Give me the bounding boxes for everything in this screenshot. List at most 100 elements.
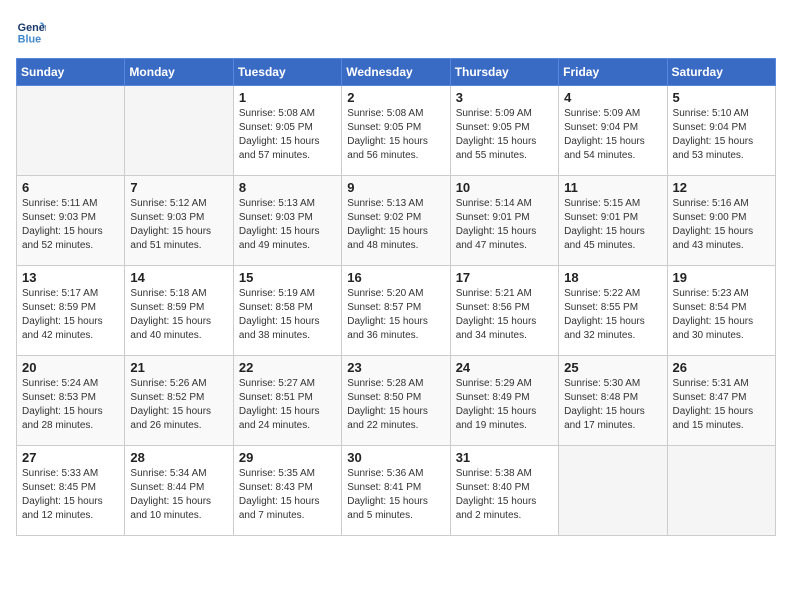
day-info: Sunrise: 5:14 AM Sunset: 9:01 PM Dayligh… <box>456 197 553 253</box>
calendar-cell: 22 Sunrise: 5:27 AM Sunset: 8:51 PM Dayli… <box>233 356 341 446</box>
calendar-cell: 9 Sunrise: 5:13 AM Sunset: 9:02 PM Daylig… <box>342 176 450 266</box>
calendar-cell: 10 Sunrise: 5:14 AM Sunset: 9:01 PM Dayli… <box>450 176 558 266</box>
calendar-cell: 29 Sunrise: 5:35 AM Sunset: 8:43 PM Dayli… <box>233 446 341 536</box>
day-info: Sunrise: 5:28 AM Sunset: 8:50 PM Dayligh… <box>347 377 444 433</box>
calendar-cell: 17 Sunrise: 5:21 AM Sunset: 8:56 PM Dayli… <box>450 266 558 356</box>
day-info: Sunrise: 5:35 AM Sunset: 8:43 PM Dayligh… <box>239 467 336 523</box>
calendar-week-row: 1 Sunrise: 5:08 AM Sunset: 9:05 PM Daylig… <box>17 86 776 176</box>
day-number: 28 <box>130 450 227 465</box>
day-info: Sunrise: 5:34 AM Sunset: 8:44 PM Dayligh… <box>130 467 227 523</box>
calendar-cell: 23 Sunrise: 5:28 AM Sunset: 8:50 PM Dayli… <box>342 356 450 446</box>
day-number: 24 <box>456 360 553 375</box>
day-info: Sunrise: 5:15 AM Sunset: 9:01 PM Dayligh… <box>564 197 661 253</box>
calendar-cell: 5 Sunrise: 5:10 AM Sunset: 9:04 PM Daylig… <box>667 86 775 176</box>
calendar-cell: 2Sunrise: 5:08 AM Sunset: 9:05 PM Daylig… <box>342 86 450 176</box>
calendar-header-row: SundayMondayTuesdayWednesdayThursdayFrid… <box>17 59 776 86</box>
day-number: 31 <box>456 450 553 465</box>
day-info: Sunrise: 5:10 AM Sunset: 9:04 PM Dayligh… <box>673 107 770 163</box>
calendar-header-wednesday: Wednesday <box>342 59 450 86</box>
day-info: Sunrise: 5:31 AM Sunset: 8:47 PM Dayligh… <box>673 377 770 433</box>
day-number: 23 <box>347 360 444 375</box>
calendar-cell <box>667 446 775 536</box>
calendar-cell: 20Sunrise: 5:24 AM Sunset: 8:53 PM Dayli… <box>17 356 125 446</box>
day-info: Sunrise: 5:24 AM Sunset: 8:53 PM Dayligh… <box>22 377 119 433</box>
day-number: 19 <box>673 270 770 285</box>
day-number: 18 <box>564 270 661 285</box>
day-number: 7 <box>130 180 227 195</box>
day-info: Sunrise: 5:21 AM Sunset: 8:56 PM Dayligh… <box>456 287 553 343</box>
svg-text:Blue: Blue <box>18 34 41 46</box>
day-number: 3 <box>456 90 553 105</box>
day-info: Sunrise: 5:13 AM Sunset: 9:03 PM Dayligh… <box>239 197 336 253</box>
calendar-cell: 21Sunrise: 5:26 AM Sunset: 8:52 PM Dayli… <box>125 356 233 446</box>
calendar-cell: 15 Sunrise: 5:19 AM Sunset: 8:58 PM Dayli… <box>233 266 341 356</box>
calendar-cell: 16Sunrise: 5:20 AM Sunset: 8:57 PM Dayli… <box>342 266 450 356</box>
day-number: 17 <box>456 270 553 285</box>
calendar-cell: 24 Sunrise: 5:29 AM Sunset: 8:49 PM Dayli… <box>450 356 558 446</box>
calendar-header-friday: Friday <box>559 59 667 86</box>
day-info: Sunrise: 5:11 AM Sunset: 9:03 PM Dayligh… <box>22 197 119 253</box>
day-info: Sunrise: 5:38 AM Sunset: 8:40 PM Dayligh… <box>456 467 553 523</box>
calendar-header-saturday: Saturday <box>667 59 775 86</box>
calendar-cell: 26 Sunrise: 5:31 AM Sunset: 8:47 PM Dayli… <box>667 356 775 446</box>
day-info: Sunrise: 5:18 AM Sunset: 8:59 PM Dayligh… <box>130 287 227 343</box>
calendar-cell: 14Sunrise: 5:18 AM Sunset: 8:59 PM Dayli… <box>125 266 233 356</box>
day-info: Sunrise: 5:08 AM Sunset: 9:05 PM Dayligh… <box>239 107 336 163</box>
day-number: 26 <box>673 360 770 375</box>
day-number: 10 <box>456 180 553 195</box>
calendar-cell: 4 Sunrise: 5:09 AM Sunset: 9:04 PM Daylig… <box>559 86 667 176</box>
logo: General Blue <box>16 16 50 46</box>
day-number: 21 <box>130 360 227 375</box>
logo-icon: General Blue <box>16 16 46 46</box>
calendar-header-tuesday: Tuesday <box>233 59 341 86</box>
day-number: 4 <box>564 90 661 105</box>
day-info: Sunrise: 5:30 AM Sunset: 8:48 PM Dayligh… <box>564 377 661 433</box>
calendar-cell: 3 Sunrise: 5:09 AM Sunset: 9:05 PM Daylig… <box>450 86 558 176</box>
calendar-cell: 11 Sunrise: 5:15 AM Sunset: 9:01 PM Dayli… <box>559 176 667 266</box>
calendar-cell: 7 Sunrise: 5:12 AM Sunset: 9:03 PM Daylig… <box>125 176 233 266</box>
calendar-header-thursday: Thursday <box>450 59 558 86</box>
calendar-header-sunday: Sunday <box>17 59 125 86</box>
day-info: Sunrise: 5:17 AM Sunset: 8:59 PM Dayligh… <box>22 287 119 343</box>
calendar-week-row: 20Sunrise: 5:24 AM Sunset: 8:53 PM Dayli… <box>17 356 776 446</box>
day-info: Sunrise: 5:16 AM Sunset: 9:00 PM Dayligh… <box>673 197 770 253</box>
day-number: 22 <box>239 360 336 375</box>
day-number: 5 <box>673 90 770 105</box>
calendar-cell <box>17 86 125 176</box>
day-number: 29 <box>239 450 336 465</box>
calendar-body: 1 Sunrise: 5:08 AM Sunset: 9:05 PM Daylig… <box>17 86 776 536</box>
day-info: Sunrise: 5:27 AM Sunset: 8:51 PM Dayligh… <box>239 377 336 433</box>
calendar-cell: 19Sunrise: 5:23 AM Sunset: 8:54 PM Dayli… <box>667 266 775 356</box>
day-number: 6 <box>22 180 119 195</box>
day-info: Sunrise: 5:20 AM Sunset: 8:57 PM Dayligh… <box>347 287 444 343</box>
calendar-header-monday: Monday <box>125 59 233 86</box>
day-number: 27 <box>22 450 119 465</box>
day-number: 30 <box>347 450 444 465</box>
day-number: 9 <box>347 180 444 195</box>
calendar-cell <box>559 446 667 536</box>
day-info: Sunrise: 5:09 AM Sunset: 9:05 PM Dayligh… <box>456 107 553 163</box>
day-number: 13 <box>22 270 119 285</box>
day-info: Sunrise: 5:12 AM Sunset: 9:03 PM Dayligh… <box>130 197 227 253</box>
day-info: Sunrise: 5:29 AM Sunset: 8:49 PM Dayligh… <box>456 377 553 433</box>
calendar-cell: 18Sunrise: 5:22 AM Sunset: 8:55 PM Dayli… <box>559 266 667 356</box>
day-number: 12 <box>673 180 770 195</box>
calendar-cell: 12 Sunrise: 5:16 AM Sunset: 9:00 PM Dayli… <box>667 176 775 266</box>
header: General Blue <box>16 16 776 46</box>
day-number: 2 <box>347 90 444 105</box>
calendar-week-row: 6 Sunrise: 5:11 AM Sunset: 9:03 PM Daylig… <box>17 176 776 266</box>
calendar-week-row: 27Sunrise: 5:33 AM Sunset: 8:45 PM Dayli… <box>17 446 776 536</box>
day-number: 1 <box>239 90 336 105</box>
day-number: 15 <box>239 270 336 285</box>
calendar-table: SundayMondayTuesdayWednesdayThursdayFrid… <box>16 58 776 536</box>
day-info: Sunrise: 5:13 AM Sunset: 9:02 PM Dayligh… <box>347 197 444 253</box>
day-number: 11 <box>564 180 661 195</box>
calendar-cell <box>125 86 233 176</box>
day-number: 25 <box>564 360 661 375</box>
calendar-cell: 1 Sunrise: 5:08 AM Sunset: 9:05 PM Daylig… <box>233 86 341 176</box>
day-info: Sunrise: 5:19 AM Sunset: 8:58 PM Dayligh… <box>239 287 336 343</box>
calendar-cell: 25 Sunrise: 5:30 AM Sunset: 8:48 PM Dayli… <box>559 356 667 446</box>
day-number: 8 <box>239 180 336 195</box>
day-info: Sunrise: 5:09 AM Sunset: 9:04 PM Dayligh… <box>564 107 661 163</box>
calendar-cell: 30Sunrise: 5:36 AM Sunset: 8:41 PM Dayli… <box>342 446 450 536</box>
